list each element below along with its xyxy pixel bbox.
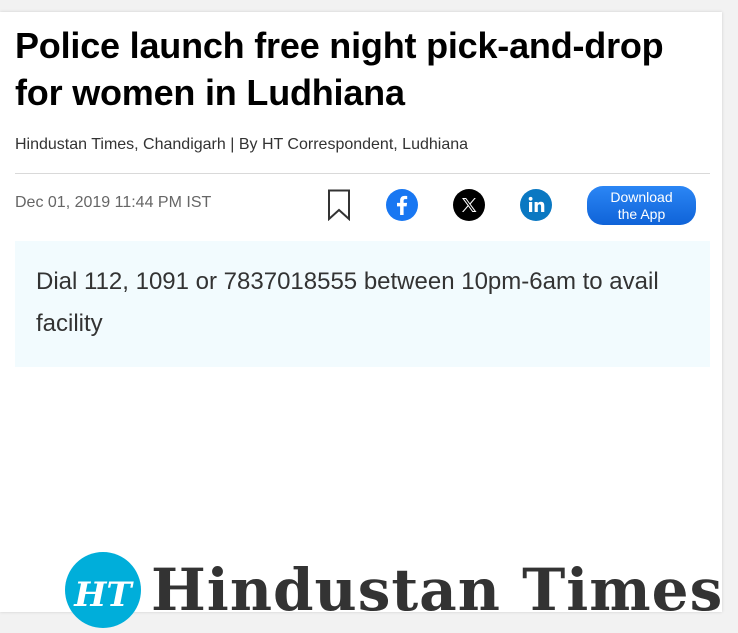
download-app-line1: Download [610, 188, 673, 205]
bookmark-icon[interactable] [327, 189, 351, 222]
x-icon[interactable] [453, 189, 485, 221]
download-app-button[interactable]: Download the App [587, 186, 696, 225]
article-card: Police launch free night pick-and-drop f… [0, 12, 722, 628]
hindustan-times-logo: HT Hindustan Times [65, 552, 722, 628]
divider [15, 173, 710, 174]
download-app-line2: the App [617, 205, 666, 222]
facebook-icon[interactable] [386, 189, 418, 221]
svg-text:HT: HT [73, 575, 134, 615]
logo-wordmark: Hindustan Times [151, 556, 724, 624]
linkedin-icon[interactable] [520, 189, 552, 221]
ht-logo-badge: HT [65, 552, 141, 628]
article-dateline: Dec 01, 2019 11:44 PM IST [15, 194, 212, 211]
article-byline[interactable]: Hindustan Times, Chandigarh | By HT Corr… [15, 136, 468, 154]
article-headline: Police launch free night pick-and-drop f… [15, 25, 664, 113]
article-summary-box: Dial 112, 1091 or 7837018555 between 10p… [15, 241, 710, 367]
article-summary: Dial 112, 1091 or 7837018555 between 10p… [36, 268, 659, 337]
